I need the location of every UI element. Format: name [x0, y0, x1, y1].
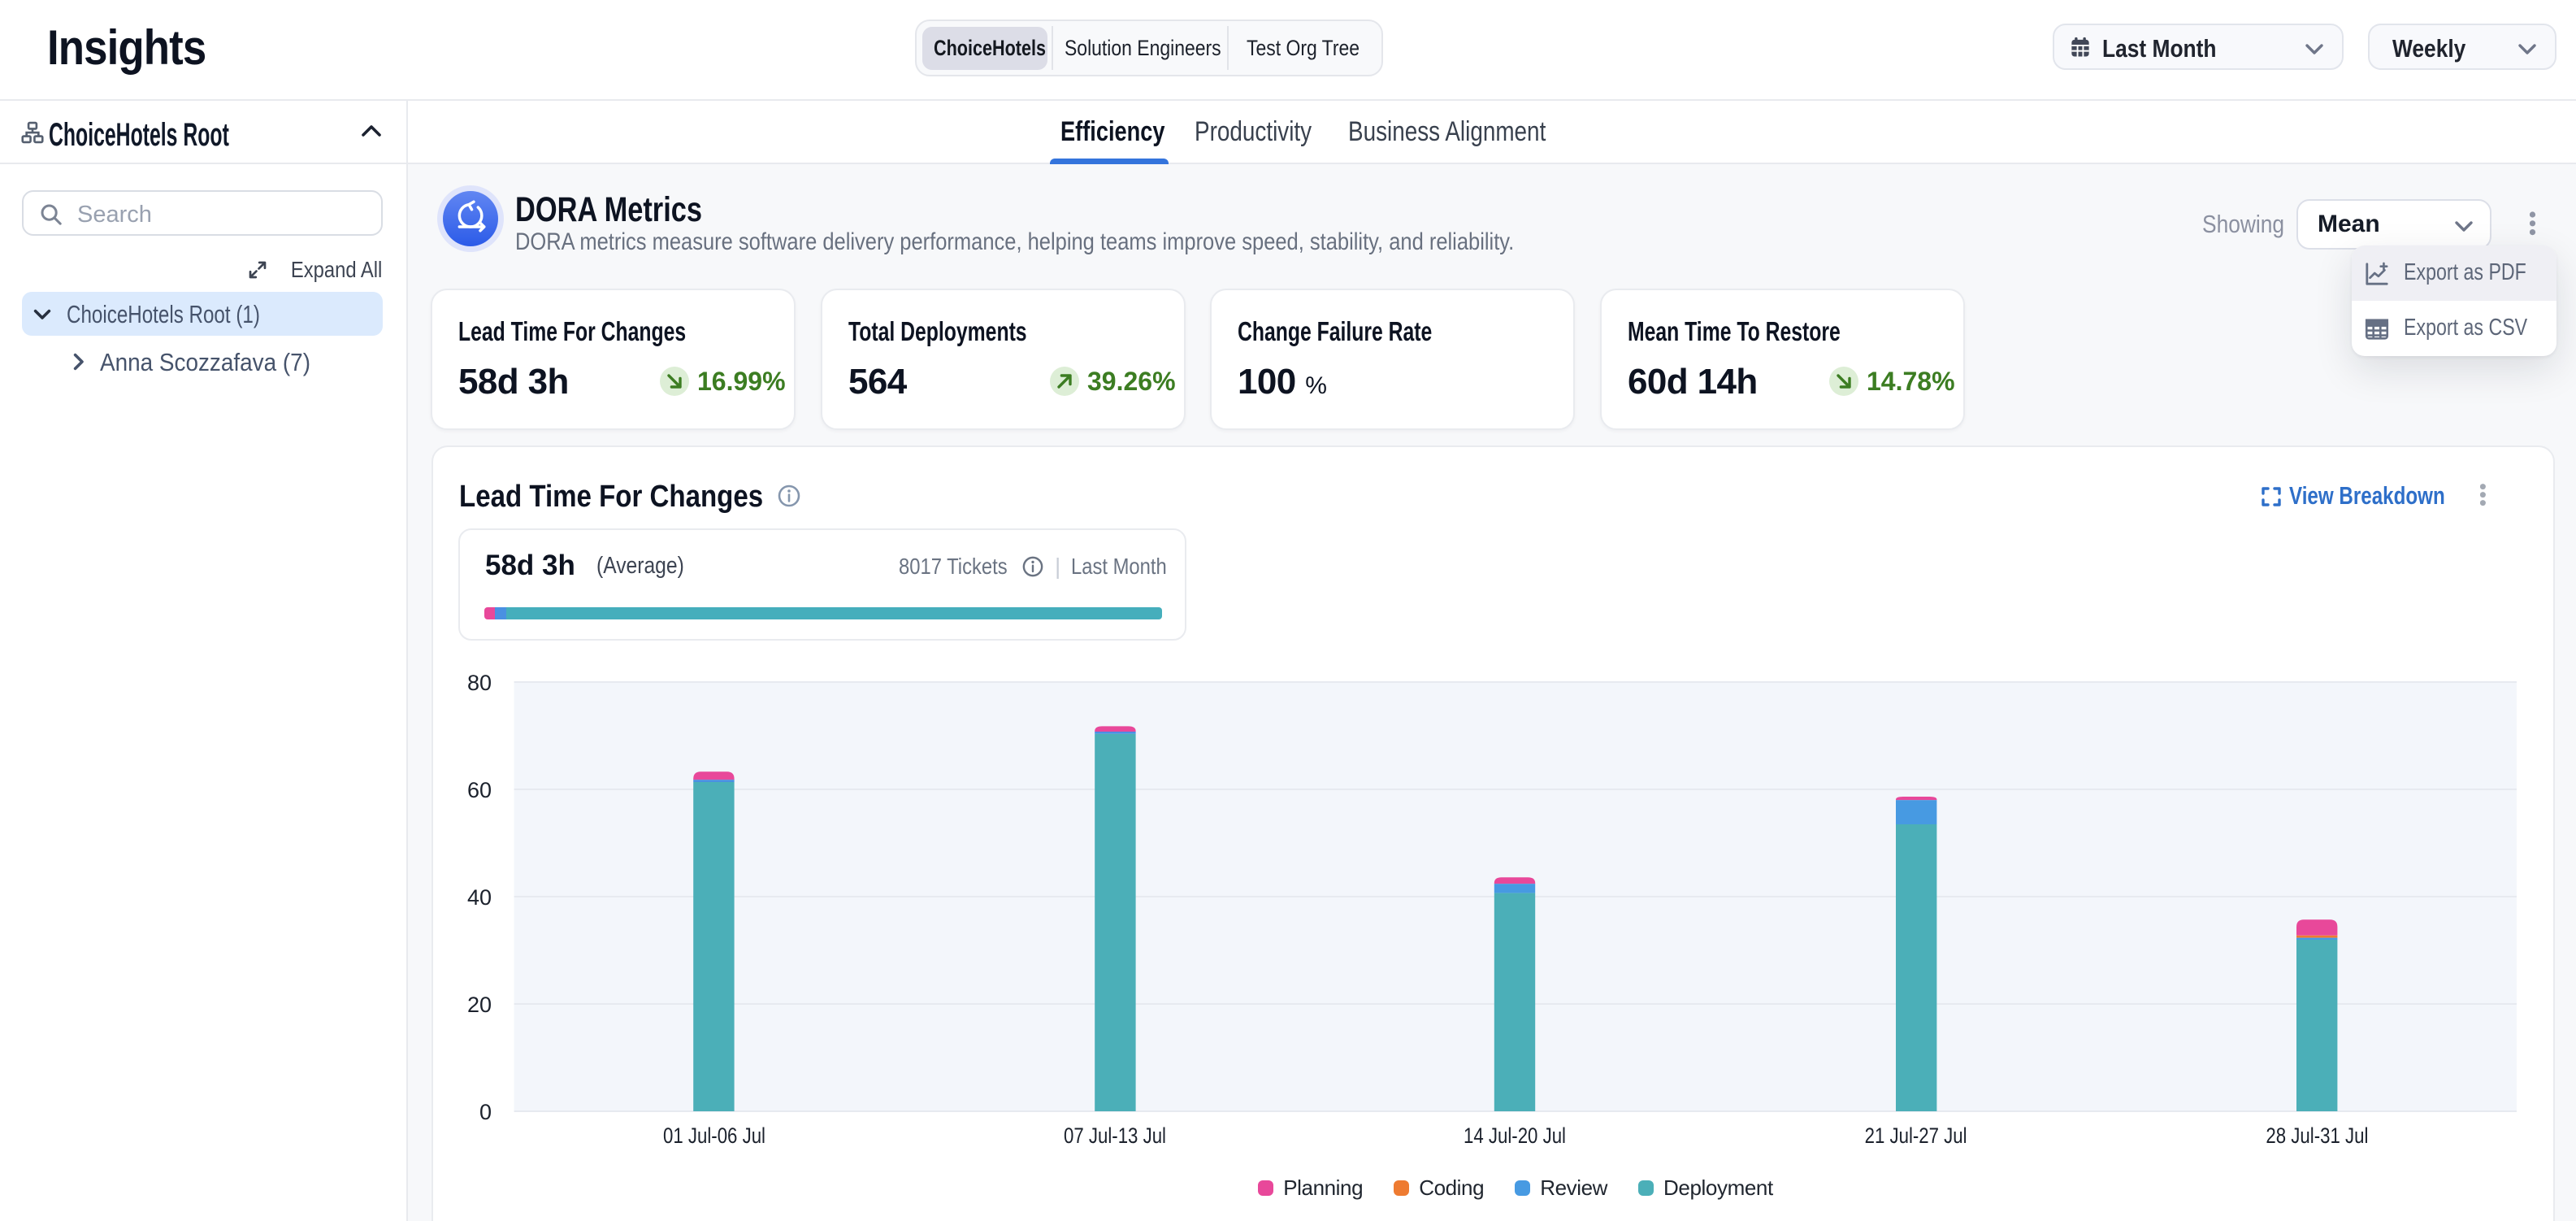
svg-text:14 Jul-20 Jul: 14 Jul-20 Jul — [1464, 1123, 1566, 1148]
svg-text:01 Jul-06 Jul: 01 Jul-06 Jul — [663, 1123, 765, 1148]
svg-text:60: 60 — [467, 778, 492, 802]
svg-text:28 Jul-31 Jul: 28 Jul-31 Jul — [2266, 1123, 2368, 1148]
svg-text:21 Jul-27 Jul: 21 Jul-27 Jul — [1865, 1123, 1967, 1148]
svg-text:20: 20 — [467, 993, 492, 1017]
svg-text:80: 80 — [467, 671, 492, 695]
svg-text:40: 40 — [467, 885, 492, 910]
svg-text:0: 0 — [479, 1100, 492, 1124]
svg-text:07 Jul-13 Jul: 07 Jul-13 Jul — [1064, 1123, 1166, 1148]
